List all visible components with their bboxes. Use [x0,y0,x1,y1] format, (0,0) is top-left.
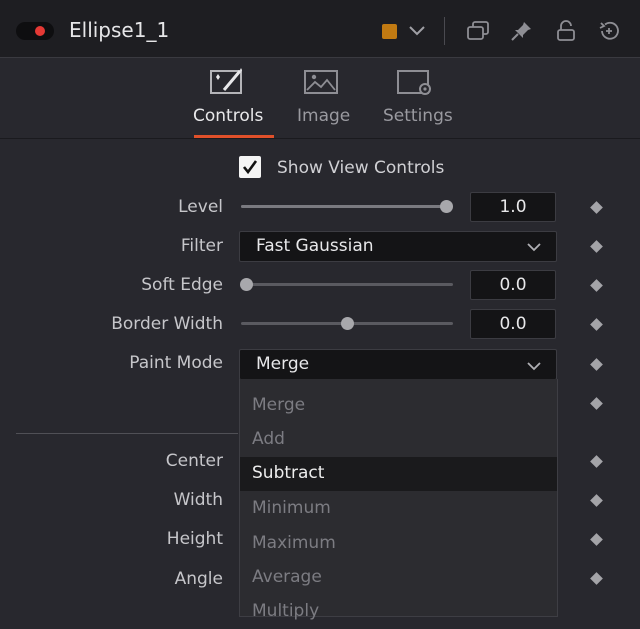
soft-edge-keyframe-icon[interactable] [590,279,603,292]
controls-icon[interactable] [210,68,246,96]
tab-controls[interactable]: Controls [193,106,263,126]
level-keyframe-icon[interactable] [590,201,603,214]
option-minimum[interactable]: Minimum [240,492,557,526]
angle-keyframe-icon[interactable] [590,572,603,585]
filter-keyframe-icon[interactable] [590,240,603,253]
level-value-input[interactable]: 1.0 [470,192,556,222]
level-slider-fill [241,205,446,208]
soft-edge-label: Soft Edge [141,275,223,295]
border-width-keyframe-icon[interactable] [590,318,603,331]
option-maximum[interactable]: Maximum [240,527,557,561]
option-average[interactable]: Average [240,561,557,595]
section-divider [16,433,238,434]
paint-mode-dropdown[interactable]: Merge [239,349,557,380]
duplicate-windows-icon[interactable] [466,20,490,42]
filter-value: Fast Gaussian [256,236,374,256]
chevron-down-icon [527,362,541,371]
center-keyframe-icon[interactable] [590,455,603,468]
option-add[interactable]: Add [240,423,557,457]
paint-mode-label: Paint Mode [129,353,223,373]
width-keyframe-icon[interactable] [590,494,603,507]
tab-settings[interactable]: Settings [383,106,453,126]
filter-dropdown[interactable]: Fast Gaussian [239,231,557,262]
option-multiply[interactable]: Multiply [240,595,557,629]
center-label: Center [165,451,223,471]
show-view-controls-checkbox[interactable] [239,156,261,178]
option-subtract[interactable]: Subtract [240,457,557,491]
border-width-value-input[interactable]: 0.0 [470,309,556,339]
pin-icon[interactable] [510,20,534,42]
soft-edge-slider-track[interactable] [241,283,453,286]
node-title: Ellipse1_1 [69,18,170,42]
paint-mode-keyframe-icon[interactable] [590,358,603,371]
angle-label: Angle [174,569,223,589]
height-keyframe-icon[interactable] [590,533,603,546]
reset-icon[interactable] [597,20,621,42]
chevron-down-icon[interactable] [408,23,426,37]
filter-label: Filter [180,236,223,256]
lock-icon[interactable] [554,20,578,42]
active-tab-indicator [194,135,274,138]
show-view-controls-label: Show View Controls [277,158,445,178]
node-color-swatch[interactable] [382,24,397,39]
toggle-indicator-icon [35,26,45,36]
chevron-down-icon [527,243,541,252]
border-width-label: Border Width [111,314,223,334]
paint-mode-options-list: Merge Add Subtract Minimum Maximum Avera… [239,379,558,621]
option-merge[interactable]: Merge [240,389,557,423]
paint-mode-value: Merge [256,354,310,374]
checkmark-icon [242,160,258,175]
level-label: Level [178,197,223,217]
soft-edge-slider-thumb[interactable] [240,278,253,291]
tab-image[interactable]: Image [297,106,350,126]
settings-icon[interactable] [397,68,433,96]
hidden-row-keyframe-icon[interactable] [590,397,603,410]
height-label: Height [166,529,223,549]
width-label: Width [173,490,223,510]
level-slider-thumb[interactable] [440,200,453,213]
tabs-divider [0,138,640,139]
soft-edge-value-input[interactable]: 0.0 [470,270,556,300]
border-width-slider-thumb[interactable] [341,317,354,330]
header-separator [444,17,445,45]
image-icon[interactable] [304,68,340,96]
